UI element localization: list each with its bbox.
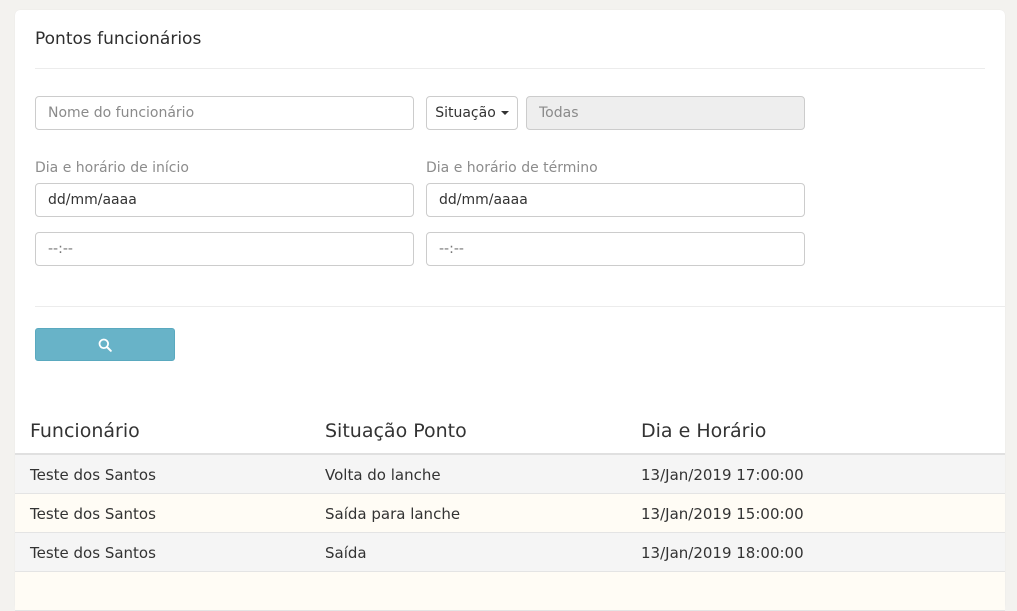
points-card: Pontos funcionários Situação Dia e horár… bbox=[15, 10, 1005, 611]
end-datetime-label: Dia e horário de término bbox=[426, 160, 598, 176]
header-employee: Funcionário bbox=[30, 420, 140, 442]
table-row[interactable] bbox=[15, 572, 1005, 611]
cell-status: Volta do lanche bbox=[325, 466, 441, 484]
cell-status: Saída bbox=[325, 544, 367, 562]
caret-down-icon bbox=[500, 111, 509, 115]
search-icon bbox=[98, 338, 112, 352]
employee-name-input[interactable] bbox=[35, 96, 414, 130]
cell-datetime: 13/Jan/2019 18:00:00 bbox=[641, 544, 804, 562]
status-dropdown-button[interactable]: Situação bbox=[426, 96, 518, 130]
points-table: Funcionário Situação Ponto Dia e Horário… bbox=[15, 410, 1005, 611]
table-header: Funcionário Situação Ponto Dia e Horário bbox=[15, 410, 1005, 455]
cell-status: Saída para lanche bbox=[325, 505, 461, 523]
table-row[interactable]: Teste dos Santos Volta do lanche 13/Jan/… bbox=[15, 455, 1005, 494]
cell-datetime: 13/Jan/2019 17:00:00 bbox=[641, 466, 804, 484]
cell-employee: Teste dos Santos bbox=[30, 544, 156, 562]
filters-divider bbox=[35, 306, 1005, 307]
start-date-input[interactable]: dd/mm/aaaa bbox=[35, 183, 414, 217]
cell-datetime: 13/Jan/2019 15:00:00 bbox=[641, 505, 804, 523]
status-value-field bbox=[526, 96, 805, 130]
search-button[interactable] bbox=[35, 328, 175, 361]
header-datetime: Dia e Horário bbox=[641, 420, 767, 442]
header-status: Situação Ponto bbox=[325, 420, 467, 442]
end-time-input[interactable]: --:-- bbox=[426, 232, 805, 266]
table-row[interactable]: Teste dos Santos Saída para lanche 13/Ja… bbox=[15, 494, 1005, 533]
table-row[interactable]: Teste dos Santos Saída 13/Jan/2019 18:00… bbox=[15, 533, 1005, 572]
cell-employee: Teste dos Santos bbox=[30, 505, 156, 523]
title-divider bbox=[35, 68, 985, 69]
start-time-input[interactable]: --:-- bbox=[35, 232, 414, 266]
start-datetime-label: Dia e horário de início bbox=[35, 160, 189, 176]
card-title: Pontos funcionários bbox=[35, 29, 202, 49]
end-date-input[interactable]: dd/mm/aaaa bbox=[426, 183, 805, 217]
status-dropdown-label: Situação bbox=[435, 105, 496, 121]
cell-employee: Teste dos Santos bbox=[30, 466, 156, 484]
